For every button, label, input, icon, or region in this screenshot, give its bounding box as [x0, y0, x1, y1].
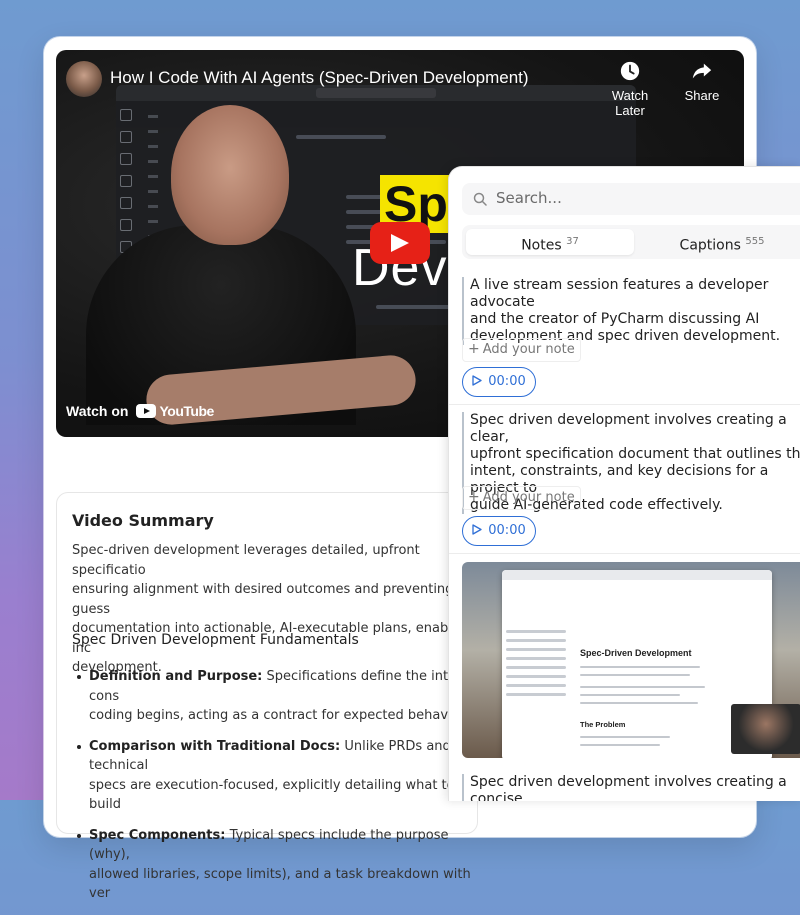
plus-icon: + [468, 489, 480, 505]
watch-later-label: Watch Later [611, 88, 649, 118]
presenter-figure [86, 105, 418, 427]
search-icon [473, 192, 487, 206]
tab-notes[interactable]: Notes 37 [466, 229, 634, 255]
add-note-button[interactable]: + Add your note [462, 338, 581, 362]
note-screenshot[interactable]: Spec-Driven Development The Problem [462, 562, 800, 758]
bullet-bold-label: Comparison with Traditional Docs: [89, 738, 341, 754]
share-button[interactable]: Share [680, 60, 724, 103]
tab-captions-label: Captions [679, 237, 741, 254]
summary-bullet: Definition and Purpose: Specifications d… [72, 667, 477, 726]
youtube-label: YouTube [159, 403, 214, 419]
add-note-label: Add your note [482, 490, 575, 505]
watch-later-button[interactable]: Watch Later [598, 60, 662, 118]
play-icon [391, 234, 409, 252]
note-divider [449, 404, 800, 405]
bullet-bold-label: Definition and Purpose: [89, 669, 263, 684]
tab-captions-count: 555 [745, 236, 765, 247]
add-note-button[interactable]: + Add your note [462, 486, 581, 510]
notes-panel: Notes 37 Captions 555 A live stream sess… [448, 166, 800, 801]
tab-notes-label: Notes [521, 237, 562, 254]
video-title[interactable]: How I Code With AI Agents (Spec-Driven D… [110, 68, 529, 88]
share-label: Share [684, 88, 720, 103]
share-icon [692, 63, 712, 79]
search-box[interactable] [462, 183, 800, 215]
panel-tabs: Notes 37 Captions 555 [462, 225, 800, 259]
timestamp-label: 00:00 [488, 374, 526, 389]
youtube-logo: YouTube [136, 403, 214, 419]
summary-bullet: Comparison with Traditional Docs: Unlike… [72, 737, 477, 815]
play-button[interactable] [370, 222, 430, 264]
summary-bullets: Definition and Purpose: Specifications d… [72, 667, 477, 915]
tab-captions[interactable]: Captions 555 [638, 229, 800, 255]
bullet-bold-label: Spec Components: [89, 827, 226, 843]
clock-icon [620, 61, 640, 81]
summary-section-title: Spec Driven Development Fundamentals [72, 632, 359, 648]
timestamp-button[interactable]: 00:00 [462, 367, 536, 397]
note-text: Spec driven development involves creatin… [462, 774, 800, 801]
watch-on-youtube-link[interactable]: Watch on YouTube [66, 403, 214, 419]
summary-paragraph: Spec-driven development leverages detail… [72, 543, 472, 675]
channel-avatar[interactable] [66, 61, 102, 97]
add-note-label: Add your note [482, 342, 575, 357]
youtube-icon [136, 404, 157, 418]
search-input[interactable] [494, 188, 788, 208]
summary-title: Video Summary [72, 511, 214, 530]
note-divider [449, 553, 800, 554]
screenshot-webcam [731, 704, 800, 754]
play-outline-icon [472, 524, 482, 535]
timestamp-button[interactable]: 00:00 [462, 516, 536, 546]
note-text: A live stream session features a develop… [462, 277, 800, 345]
screenshot-heading-2: The Problem [580, 720, 626, 729]
summary-bullet: Spec Components: Typical specs include t… [72, 826, 477, 904]
plus-icon: + [468, 341, 480, 357]
watch-on-label: Watch on [66, 403, 129, 419]
tab-notes-count: 37 [566, 236, 579, 247]
timestamp-label: 00:00 [488, 523, 526, 538]
play-outline-icon [472, 375, 482, 386]
video-summary-card: Video Summary Spec-driven development le… [56, 492, 478, 901]
screenshot-heading: Spec-Driven Development [580, 648, 692, 658]
